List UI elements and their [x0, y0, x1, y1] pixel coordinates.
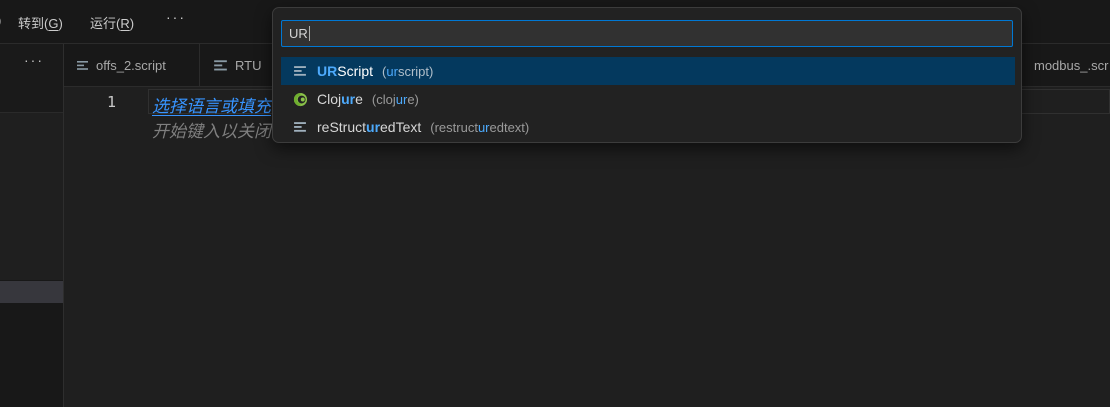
menu-mnemonic: R [120, 16, 129, 31]
quickpick-query-text: UR [289, 26, 308, 41]
vscode-window: ) 转到(G) 运行(R) ··· ··· offs_2.script RTU … [0, 0, 1110, 407]
line-number: 1 [94, 93, 116, 111]
item-description: (clojure) [372, 92, 419, 107]
untitled-hint-dismiss-text: 开始键入以关闭 [152, 117, 271, 142]
file-lines-icon [76, 59, 89, 72]
sidebar-strip: ··· [0, 44, 63, 407]
tab-label: modbus_.scr [1034, 58, 1108, 73]
menu-overflow-ellipsis-icon[interactable]: ··· [166, 9, 186, 25]
file-lines-icon [213, 58, 228, 73]
untitled-hint-language-link[interactable]: 选择语言或填充 [152, 92, 271, 117]
menu-label: ) [130, 16, 134, 31]
menu-mnemonic: G [48, 16, 58, 31]
clojure-icon [293, 91, 310, 107]
quickpick-item-restructuredtext[interactable]: reStructuredText (restructuredtext) [281, 113, 1015, 141]
tab-label: offs_2.script [96, 58, 166, 73]
quickpick-search-input[interactable]: UR [281, 20, 1013, 47]
menu-label: 运行( [90, 16, 120, 31]
quickpick-item-clojure[interactable]: Clojure (clojure) [281, 85, 1015, 113]
item-label: URScript [317, 63, 373, 79]
text-caret [309, 26, 310, 41]
menu-label: ) [58, 16, 62, 31]
menu-item-partial[interactable]: ) [0, 13, 1, 28]
tab-label: RTU [235, 58, 261, 73]
tab-offs-2-script[interactable]: offs_2.script [64, 44, 200, 87]
sidebar-header: ··· [0, 44, 63, 113]
item-label: Clojure [317, 91, 363, 107]
sidebar-more-actions-ellipsis-icon[interactable]: ··· [24, 52, 44, 68]
tab-modbus-script[interactable]: modbus_.scr [1022, 44, 1110, 87]
file-lines-icon [293, 119, 310, 135]
quickpick-item-urscript[interactable]: URScript (urscript) [281, 57, 1015, 85]
file-lines-icon [293, 63, 310, 79]
menu-item-go[interactable]: 转到(G) [18, 13, 63, 32]
item-description: (urscript) [382, 64, 433, 79]
menu-item-run[interactable]: 运行(R) [90, 13, 134, 32]
quickpick-result-list: URScript (urscript) Clojure (clojure) [281, 57, 1015, 141]
sidebar-selected-item[interactable] [0, 281, 63, 303]
sidebar-footer [0, 303, 63, 407]
sidebar-body [0, 113, 63, 280]
menu-label: 转到( [18, 16, 48, 31]
item-label: reStructuredText [317, 119, 421, 135]
item-description: (restructuredtext) [430, 120, 529, 135]
quickpick-widget: UR URScript (urscript) [272, 7, 1022, 143]
